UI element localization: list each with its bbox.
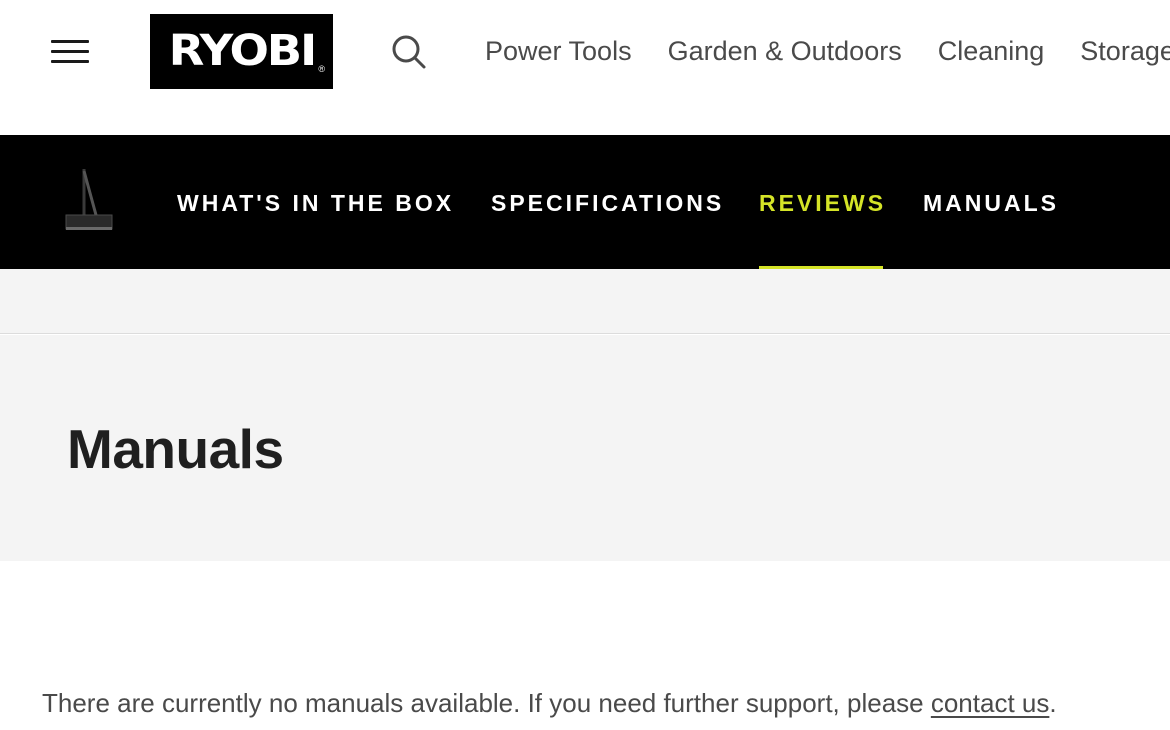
tab-whats-in-the-box[interactable]: WHAT'S IN THE BOX xyxy=(177,187,454,219)
tab-reviews[interactable]: REVIEWS xyxy=(759,187,886,219)
notice-text: There are currently no manuals available… xyxy=(42,688,931,718)
nav-cleaning[interactable]: Cleaning xyxy=(938,34,1045,68)
tab-specifications[interactable]: SPECIFICATIONS xyxy=(491,187,724,219)
ryobi-logo[interactable]: RYOBI ® xyxy=(150,14,333,89)
menu-icon[interactable] xyxy=(51,40,89,64)
no-manuals-notice: There are currently no manuals available… xyxy=(42,686,1057,720)
nav-garden-outdoors[interactable]: Garden & Outdoors xyxy=(668,34,902,68)
search-icon[interactable] xyxy=(390,33,428,71)
tab-manuals[interactable]: MANUALS xyxy=(923,187,1059,219)
site-header: RYOBI ® Power Tools Garden & Outdoors Clea… xyxy=(0,0,1170,134)
logo-text: RYOBI xyxy=(168,26,317,76)
manuals-header: Manuals xyxy=(0,335,1170,561)
main-nav: Power Tools Garden & Outdoors Cleaning Stor… xyxy=(485,34,1170,70)
nav-storage[interactable]: Storage xyxy=(1080,34,1170,68)
product-thumbnail[interactable] xyxy=(62,165,118,241)
product-nav-bar: WHAT'S IN THE BOX SPECIFICATIONS REVIEWS… xyxy=(0,135,1170,269)
nav-power-tools[interactable]: Power Tools xyxy=(485,34,632,68)
notice-end: . xyxy=(1049,688,1057,718)
contact-us-link[interactable]: contact us xyxy=(931,688,1050,718)
registered-mark: ® xyxy=(318,64,325,74)
section-divider xyxy=(0,269,1170,334)
page-title: Manuals xyxy=(67,418,284,480)
